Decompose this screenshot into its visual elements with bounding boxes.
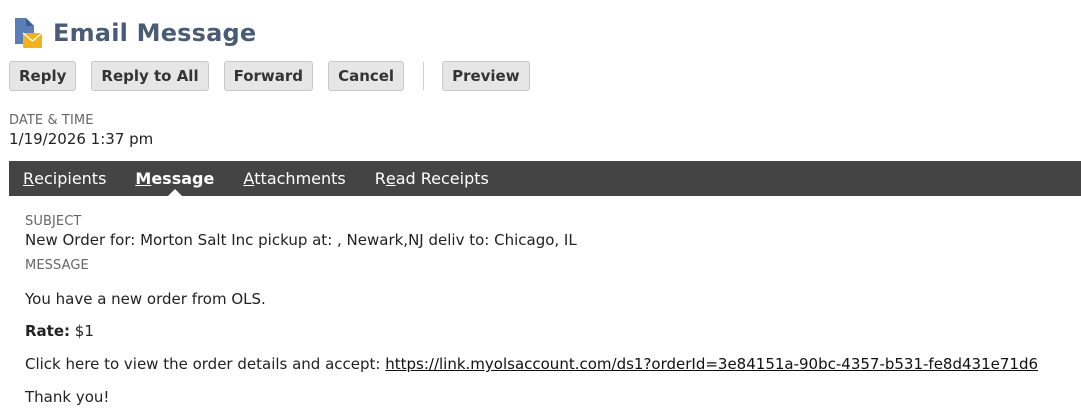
tab-attachments-accesskey: A (243, 169, 255, 188)
message-rate: Rate: $1 (25, 322, 94, 340)
tabs-bar: Recipients Message Attachments Re ad Rece… (9, 161, 1081, 196)
tab-message[interactable]: Message (135, 161, 214, 196)
cancel-button[interactable]: Cancel (328, 61, 405, 91)
date-time-label: DATE & TIME (9, 113, 94, 128)
preview-button[interactable]: Preview (442, 61, 530, 91)
rate-value: $1 (70, 322, 94, 340)
subject-value: New Order for: Morton Salt Inc pickup at… (25, 231, 577, 249)
tab-recipients-label: ecipients (34, 169, 107, 188)
email-message-page: Email Message Reply Reply to All Forward… (0, 0, 1081, 418)
tab-attachments-label: ttachments (254, 169, 346, 188)
message-details: Click here to view the order details and… (25, 355, 1038, 373)
reply-all-button[interactable]: Reply to All (91, 61, 209, 91)
tab-read-receipts[interactable]: Re ad Receipts (375, 161, 489, 196)
action-toolbar: Reply Reply to All Forward Cancel Previe… (9, 60, 545, 92)
page-title: Email Message (53, 19, 257, 47)
tab-message-accesskey: M (135, 169, 152, 188)
rate-label: Rate: (25, 322, 71, 340)
page-header: Email Message (12, 16, 256, 50)
tab-attachments[interactable]: Attachments (243, 161, 345, 196)
tab-message-label: essage (151, 169, 215, 188)
tab-read-receipts-prefix: R (374, 169, 386, 188)
toolbar-divider (423, 62, 425, 90)
reply-button[interactable]: Reply (9, 61, 77, 91)
email-document-icon (12, 16, 44, 50)
tab-read-receipts-label: ad Receipts (395, 169, 489, 188)
message-label: MESSAGE (25, 258, 89, 273)
subject-label: SUBJECT (25, 214, 82, 229)
date-time-value: 1/19/2026 1:37 pm (9, 130, 154, 148)
tab-recipients[interactable]: Recipients (23, 161, 106, 196)
order-details-link[interactable]: https://link.myolsaccount.com/ds1?orderI… (385, 355, 1038, 373)
forward-button[interactable]: Forward (223, 61, 314, 91)
tab-recipients-accesskey: R (23, 169, 35, 188)
message-closing: Thank you! (25, 388, 110, 406)
details-text: Click here to view the order details and… (25, 355, 386, 373)
message-intro: You have a new order from OLS. (25, 290, 266, 308)
tab-read-receipts-accesskey: e (385, 169, 396, 188)
